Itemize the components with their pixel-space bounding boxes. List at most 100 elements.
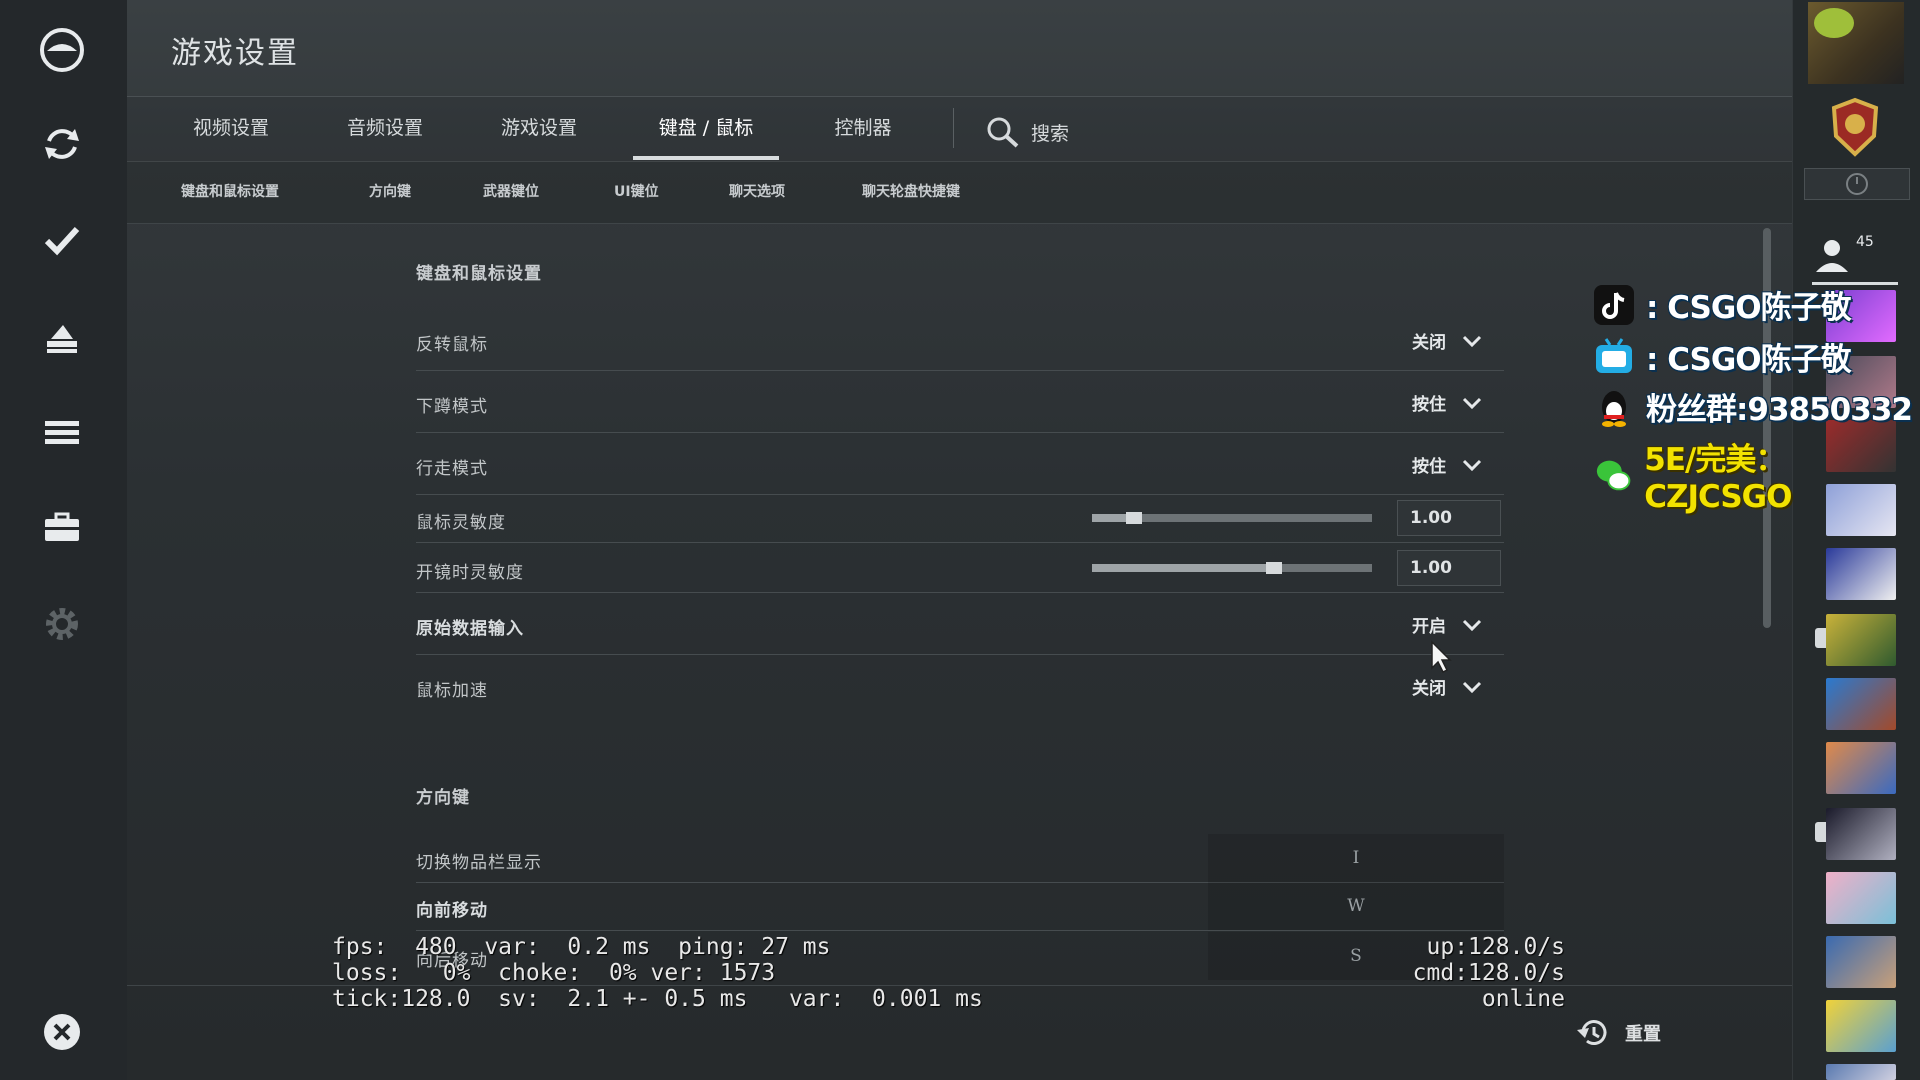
setting-row-raw-input: 原始数据输入 开启 <box>416 602 1504 655</box>
walk-mode-dropdown[interactable]: 按住 <box>1412 452 1482 477</box>
overlay-qq-text: 粉丝群:93850332 <box>1646 392 1913 428</box>
checkmark-icon[interactable] <box>32 210 92 270</box>
tab-controller[interactable]: 控制器 <box>823 97 903 159</box>
subtab-weapon-keys[interactable]: 武器键位 <box>483 161 539 223</box>
setting-row-move-forward: 向前移动 W <box>416 882 1504 931</box>
zoom-sensitivity-slider[interactable] <box>1092 562 1372 574</box>
friend-avatar[interactable] <box>1826 808 1896 860</box>
friend-avatar[interactable] <box>1826 548 1896 600</box>
keybind-toggle-inventory[interactable]: I <box>1208 834 1504 882</box>
briefcase-icon[interactable] <box>32 498 92 558</box>
tab-keyboard-mouse[interactable]: 键盘 / 鼠标 <box>633 97 779 160</box>
main-tab-bar: 视频设置 音频设置 游戏设置 键盘 / 鼠标 控制器 <box>127 96 1792 162</box>
rank-emblem-icon[interactable] <box>1814 96 1896 160</box>
dropdown-value: 按住 <box>1412 395 1446 415</box>
sub-tab-bar: 键盘和鼠标设置 方向键 武器键位 UI键位 聊天选项 聊天轮盘快捷键 <box>127 161 1792 224</box>
friend-avatar[interactable] <box>1826 742 1896 794</box>
setting-label: 鼠标灵敏度 <box>416 513 506 533</box>
setting-label: 开镜时灵敏度 <box>416 563 524 583</box>
level-badge-icon <box>1814 8 1854 38</box>
friend-avatar[interactable] <box>1826 872 1896 924</box>
user-icon <box>1816 240 1848 272</box>
setting-row-toggle-inventory: 切换物品栏显示 I <box>416 834 1504 883</box>
chevron-down-icon <box>1462 459 1482 471</box>
sensitivity-slider[interactable] <box>1092 512 1372 524</box>
net-graph: fps: 480 var: 0.2 ms ping: 27 ms loss: 0%… <box>332 934 983 1012</box>
friend-avatar[interactable] <box>1826 1000 1896 1052</box>
keybind-move-forward[interactable]: W <box>1208 882 1504 930</box>
left-nav-rail <box>0 0 128 1080</box>
watch-stats-icon[interactable] <box>32 306 92 366</box>
section-title-mouse: 键盘和鼠标设置 <box>416 264 542 284</box>
subtab-chat-wheel[interactable]: 聊天轮盘快捷键 <box>862 161 960 223</box>
chevron-down-icon <box>1462 335 1482 347</box>
chevron-down-icon <box>1462 681 1482 693</box>
reset-history-icon <box>1577 1020 1607 1045</box>
tab-audio[interactable]: 音频设置 <box>335 97 435 159</box>
net-graph-line: cmd:128.0/s <box>1412 960 1565 986</box>
reset-button[interactable]: 重置 <box>1575 1018 1661 1048</box>
dropdown-value: 按住 <box>1412 457 1446 477</box>
net-graph-right: up:128.0/s cmd:128.0/s online <box>1370 934 1565 1012</box>
overlay-douyin: : CSGO陈子敬 <box>1594 282 1852 327</box>
refresh-icon[interactable] <box>32 114 92 174</box>
subtab-ui-keys[interactable]: UI键位 <box>614 161 659 223</box>
dropdown-value: 关闭 <box>1412 679 1446 699</box>
net-graph-line: fps: 480 var: 0.2 ms ping: 27 ms <box>332 934 831 960</box>
slider-fill <box>1092 564 1274 572</box>
setting-row-walk-mode: 行走模式 按住 <box>416 442 1504 495</box>
search-icon <box>987 117 1019 148</box>
friend-avatar[interactable] <box>1826 1064 1896 1080</box>
friend-avatar[interactable] <box>1826 936 1896 988</box>
slider-handle[interactable] <box>1126 512 1142 524</box>
search-button[interactable]: 搜索 <box>985 112 1069 152</box>
setting-label: 鼠标加速 <box>416 681 488 701</box>
tab-game[interactable]: 游戏设置 <box>489 97 589 159</box>
home-icon[interactable] <box>32 20 92 80</box>
net-graph-line: online <box>1481 986 1565 1012</box>
friend-avatar[interactable] <box>1826 678 1896 730</box>
dropdown-value: 关闭 <box>1412 333 1446 353</box>
douyin-icon <box>1594 284 1634 325</box>
sensitivity-input[interactable] <box>1397 500 1501 536</box>
raw-input-dropdown[interactable]: 开启 <box>1412 612 1482 637</box>
footer-divider <box>127 985 1792 986</box>
setting-label: 反转鼠标 <box>416 335 488 355</box>
invert-mouse-dropdown[interactable]: 关闭 <box>1412 328 1482 353</box>
subtab-movement-keys[interactable]: 方向键 <box>369 161 411 223</box>
subtab-chat-options[interactable]: 聊天选项 <box>729 161 785 223</box>
friends-count-tab[interactable]: 45 <box>1812 230 1898 285</box>
net-graph-line: loss: 0% choke: 0% ver: 1573 <box>332 960 776 986</box>
search-label: 搜索 <box>1031 122 1070 145</box>
overlay-douyin-text: : CSGO陈子敬 <box>1646 290 1852 326</box>
setting-label: 切换物品栏显示 <box>416 853 542 873</box>
crouch-mode-dropdown[interactable]: 按住 <box>1412 390 1482 415</box>
overlay-wechat: 5E/完美：CZJCSGO <box>1594 434 1920 515</box>
quit-close-icon[interactable] <box>32 1002 92 1062</box>
status-toggle[interactable] <box>1804 168 1910 200</box>
tab-divider <box>953 108 954 148</box>
inventory-list-icon[interactable] <box>32 402 92 462</box>
tab-video[interactable]: 视频设置 <box>181 97 281 159</box>
mouse-cursor-icon <box>1431 640 1452 674</box>
setting-label: 原始数据输入 <box>416 619 524 639</box>
setting-row-mouse-sensitivity: 鼠标灵敏度 <box>416 494 1504 543</box>
friends-count: 45 <box>1856 234 1874 250</box>
overlay-bilibili: : CSGO陈子敬 <box>1594 334 1852 379</box>
setting-label: 向前移动 <box>416 901 488 921</box>
setting-row-crouch-mode: 下蹲模式 按住 <box>416 380 1504 433</box>
slider-handle[interactable] <box>1266 562 1282 574</box>
subtab-keyboard-mouse-settings[interactable]: 键盘和鼠标设置 <box>181 161 279 223</box>
bilibili-icon <box>1596 337 1632 373</box>
page-title: 游戏设置 <box>171 36 299 71</box>
setting-row-zoom-sensitivity: 开镜时灵敏度 <box>416 544 1504 593</box>
reset-label: 重置 <box>1625 1024 1661 1045</box>
overlay-bilibili-text: : CSGO陈子敬 <box>1646 342 1852 378</box>
setting-label: 行走模式 <box>416 459 488 479</box>
zoom-sensitivity-input[interactable] <box>1397 550 1501 586</box>
profile-avatar[interactable] <box>1808 2 1904 84</box>
gear-icon[interactable] <box>32 594 92 654</box>
friend-avatar[interactable] <box>1826 614 1896 666</box>
chevron-down-icon <box>1462 619 1482 631</box>
mouse-acceleration-dropdown[interactable]: 关闭 <box>1412 674 1482 699</box>
